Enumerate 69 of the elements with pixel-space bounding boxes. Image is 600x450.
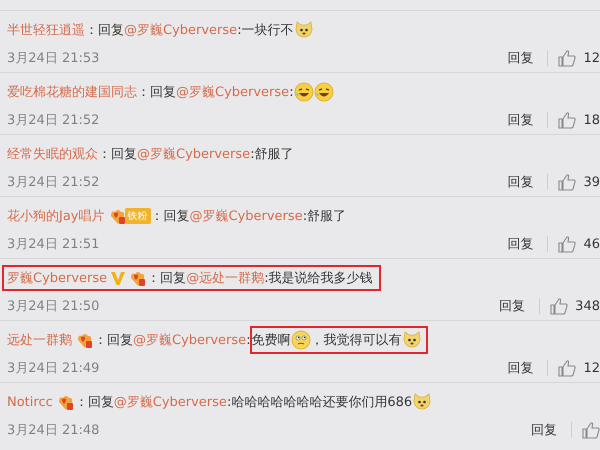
username-link[interactable]: Notircc (7, 394, 53, 410)
like-count: 12 (583, 360, 600, 376)
reply-link[interactable]: 回复 (507, 359, 534, 377)
thumbs-up-icon[interactable] (558, 359, 576, 377)
comment-text: :舒服了 (250, 146, 294, 163)
reply-link[interactable]: 回复 (507, 49, 534, 67)
mention-link[interactable]: @罗巍Cyberverse (133, 331, 246, 349)
mention-link[interactable]: @罗巍Cyberverse (124, 21, 238, 39)
comment-text: :哈哈哈哈哈哈哈还要你们用686 (226, 394, 412, 411)
username-link[interactable]: 罗巍Cyberverse (7, 269, 108, 287)
mention-link[interactable]: @罗巍Cyberverse (114, 393, 227, 411)
mention-link[interactable]: @远处一群鹅 (186, 269, 264, 287)
comment-text: :舒服了 (302, 208, 346, 225)
thumbs-up-icon[interactable] (582, 421, 600, 439)
like-count: 348 (575, 298, 600, 314)
comment-text: ：回复 (137, 84, 176, 101)
comment-text: ：回复 (147, 270, 186, 287)
fan-icon (76, 332, 94, 348)
laughing-face-icon (294, 82, 314, 102)
reply-link[interactable]: 回复 (499, 297, 526, 315)
comment-time: 3月24日 21:53 (7, 50, 100, 67)
username-link[interactable]: 半世轻狂逍遥 (7, 21, 85, 39)
thumbs-up-icon[interactable] (558, 49, 576, 67)
reply-link[interactable]: 回复 (507, 111, 534, 129)
username-link[interactable]: 远处一群鹅 (7, 331, 72, 349)
thumbs-up-icon[interactable] (558, 173, 576, 191)
smiley-face-icon (290, 330, 311, 350)
comment-text: ：回复 (98, 146, 137, 163)
fan-badge: 铁粉 (124, 208, 150, 224)
mention-link[interactable]: @罗巍Cyberverse (190, 207, 303, 225)
mention-link[interactable]: @罗巍Cyberverse (176, 83, 290, 101)
comment-text: ，我觉得可以有 (310, 332, 402, 349)
like-count: 12 (583, 50, 600, 66)
comment-text: ：回复 (94, 332, 133, 349)
laughing-face-icon (314, 82, 334, 102)
thumbs-up-icon[interactable] (558, 235, 576, 253)
like-count: 46 (583, 236, 600, 252)
verified-icon (111, 270, 126, 286)
dog-face-icon (412, 392, 432, 412)
username-link[interactable]: 经常失眠的观众 (7, 145, 98, 163)
comment-time: 3月24日 21:48 (7, 422, 100, 439)
comment-text: ：回复 (150, 208, 190, 225)
comment-time: 3月24日 21:52 (7, 112, 100, 129)
comment-text: ：回复 (85, 22, 124, 39)
comment-time: 3月24日 21:50 (7, 298, 100, 315)
comment-text: 免费啊 (252, 332, 291, 349)
reply-link[interactable]: 回复 (507, 235, 534, 253)
fan-icon (108, 208, 126, 224)
username-link[interactable]: 爱吃棉花糖的建国同志 (7, 83, 137, 101)
like-count: 18 (583, 112, 600, 128)
mention-link[interactable]: @罗巍Cyberverse (137, 145, 250, 163)
fan-icon (129, 270, 148, 286)
dog-face-icon (294, 20, 314, 40)
reply-link[interactable]: 回复 (531, 421, 557, 439)
like-count: 39 (583, 174, 600, 190)
comment-time: 3月24日 21:51 (7, 236, 100, 253)
comment-time: 3月24日 21:52 (7, 174, 100, 191)
comment-text: : (246, 332, 251, 348)
comment-text: : (289, 84, 294, 100)
comment-text: :我是说给我多少钱 (264, 270, 373, 287)
fan-icon (56, 394, 75, 410)
thumbs-up-icon[interactable] (558, 111, 576, 129)
comment-time: 3月24日 21:49 (7, 360, 100, 377)
comment-text: ：回复 (74, 394, 114, 411)
thumbs-up-icon[interactable] (550, 297, 568, 315)
dog-face-icon (402, 330, 422, 350)
comment-text: :一块行不 (237, 22, 294, 39)
reply-link[interactable]: 回复 (507, 173, 534, 191)
username-link[interactable]: 花小狗的Jay唱片 (7, 207, 104, 225)
